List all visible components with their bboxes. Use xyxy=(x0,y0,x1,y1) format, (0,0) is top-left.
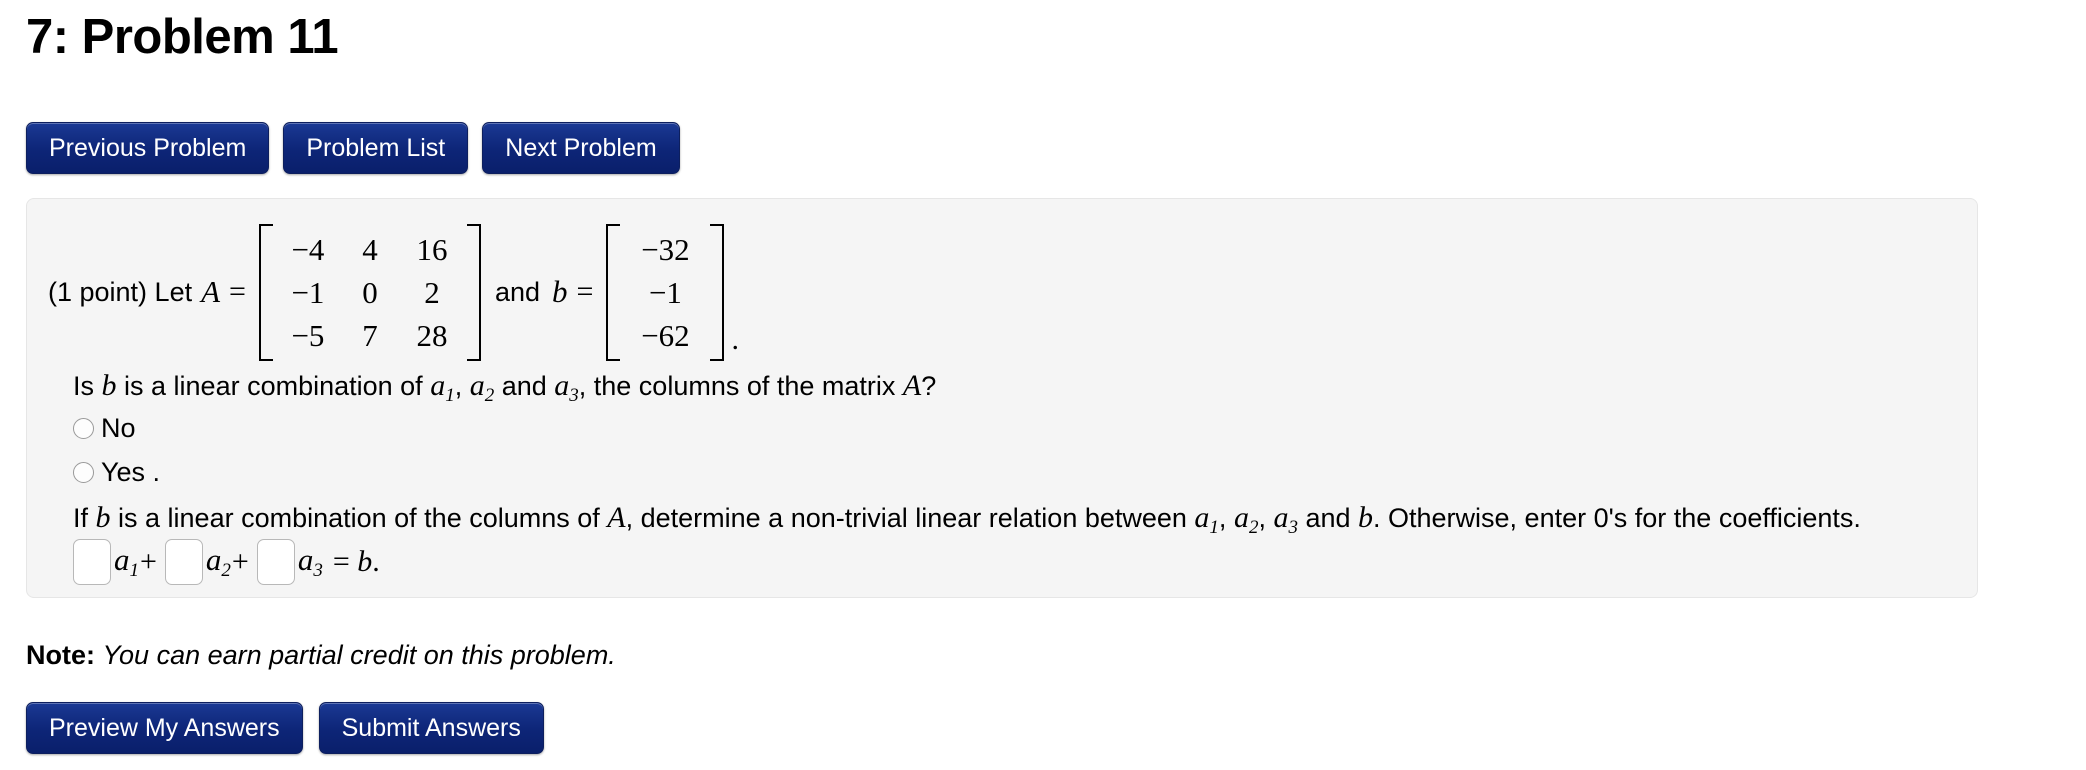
right-bracket-b-icon xyxy=(710,223,725,361)
matrix-a-cell: 4 xyxy=(362,231,378,267)
plus-sign-2: + xyxy=(231,545,249,578)
question-part1: Is xyxy=(73,371,102,401)
instruction-a2: a xyxy=(1233,501,1249,534)
matrix-a-cell: 16 xyxy=(416,231,448,267)
coefficient-3-label: a3 xyxy=(297,542,323,581)
note-label: Note: xyxy=(26,640,95,670)
instruction-part1: If xyxy=(73,503,96,533)
equals-sign-b: = xyxy=(576,275,594,308)
question-a1: a xyxy=(430,369,446,402)
matrix-a-cell: 7 xyxy=(362,317,378,353)
answer-equation-tail: = b. xyxy=(332,545,380,578)
matrix-a: −4 4 16 −1 0 2 −5 7 28 xyxy=(258,223,481,361)
instruction-a1: a xyxy=(1194,501,1210,534)
previous-problem-button[interactable]: Previous Problem xyxy=(26,122,270,174)
question-var-b: b xyxy=(101,369,117,402)
radio-no-icon[interactable] xyxy=(73,418,94,439)
question-part5: ? xyxy=(921,371,937,401)
instruction-a2-sub: 2 xyxy=(1248,517,1259,538)
left-bracket-a-icon xyxy=(258,223,273,361)
instruction-comma2: , xyxy=(1258,503,1274,533)
question-a1-sub: 1 xyxy=(445,385,455,406)
matrix-a-cell: 2 xyxy=(424,274,440,310)
problem-list-button[interactable]: Problem List xyxy=(283,122,469,174)
answer-coefficients-row: a1 + a2 + a3 = b. xyxy=(73,539,380,585)
problem-navigation-bar: Previous Problem Problem List Next Probl… xyxy=(26,122,680,174)
coefficient-2-label: a2 xyxy=(205,542,231,581)
next-problem-button[interactable]: Next Problem xyxy=(482,122,680,174)
question-part4: , the columns of the matrix xyxy=(578,371,903,401)
matrix-a-cell: 28 xyxy=(416,317,448,353)
answer-actions-bar: Preview My Answers Submit Answers xyxy=(26,702,544,754)
and-conjunction: and xyxy=(494,276,541,307)
coefficient-1-label: a1 xyxy=(114,542,139,581)
preview-my-answers-button[interactable]: Preview My Answers xyxy=(26,702,303,754)
question-a3-sub: 3 xyxy=(569,385,579,406)
problem-statement-matrices: (1 point) Let A = −4 4 16 −1 0 2 −5 7 28 xyxy=(48,217,739,367)
question-a2: a xyxy=(469,369,485,402)
question-part3: and xyxy=(494,371,555,401)
vector-b-symbol: b xyxy=(552,274,568,309)
radio-no-label: No xyxy=(101,413,136,443)
instruction-var-b1: b xyxy=(95,501,111,534)
matrix-a-cell: −4 xyxy=(291,231,325,267)
note-text: You can earn partial credit on this prob… xyxy=(102,640,616,670)
radio-option-yes[interactable]: Yes . xyxy=(73,457,160,488)
submit-answers-button[interactable]: Submit Answers xyxy=(318,702,544,754)
question-a3: a xyxy=(554,369,570,402)
coefficient-2-input[interactable] xyxy=(164,539,203,585)
matrix-a-symbol: A xyxy=(201,274,221,309)
instruction-a1-sub: 1 xyxy=(1209,517,1219,538)
note-line: Note: You can earn partial credit on thi… xyxy=(26,640,616,671)
radio-yes-icon[interactable] xyxy=(73,462,94,483)
instruction-a3-sub: 3 xyxy=(1288,517,1298,538)
equals-sign-a: = xyxy=(229,275,246,308)
coefficient-3-input[interactable] xyxy=(256,539,295,585)
matrix-a-cell: 0 xyxy=(362,274,378,310)
question-comma1: , xyxy=(454,371,470,401)
question-line: Is b is a linear combination of a1, a2 a… xyxy=(73,369,936,407)
matrix-a-cell: −1 xyxy=(291,274,325,310)
points-label: (1 point) Let xyxy=(48,276,193,307)
instruction-var-b2: b xyxy=(1358,501,1374,534)
right-bracket-a-icon xyxy=(466,223,481,361)
trailing-period: . xyxy=(731,323,739,356)
vector-b-cell: −62 xyxy=(641,317,690,353)
instruction-part2: is a linear combination of the columns o… xyxy=(110,503,608,533)
vector-b-cell: −1 xyxy=(648,274,682,310)
left-bracket-b-icon xyxy=(606,223,621,361)
plus-sign-1: + xyxy=(140,545,157,578)
instruction-part5: . Otherwise, enter 0's for the coefficie… xyxy=(1373,503,1861,533)
matrix-a-cell: −5 xyxy=(291,317,325,353)
instruction-part3: , determine a non-trivial linear relatio… xyxy=(625,503,1195,533)
instruction-var-A: A xyxy=(607,501,626,534)
radio-yes-label: Yes . xyxy=(101,457,161,487)
vector-b-cell: −32 xyxy=(641,231,690,267)
vector-b: −32 −1 −62 xyxy=(606,223,725,361)
instruction-line: If b is a linear combination of the colu… xyxy=(73,501,1861,539)
problem-panel: (1 point) Let A = −4 4 16 −1 0 2 −5 7 28 xyxy=(26,198,1978,598)
question-a2-sub: 2 xyxy=(484,385,495,406)
coefficient-1-input[interactable] xyxy=(73,539,111,585)
page-title: 7: Problem 11 xyxy=(26,10,339,64)
instruction-a3: a xyxy=(1273,501,1289,534)
question-part2: is a linear combination of xyxy=(116,371,431,401)
problem-page: 7: Problem 11 Previous Problem Problem L… xyxy=(0,0,2086,770)
instruction-part4: and xyxy=(1297,503,1359,533)
instruction-comma1: , xyxy=(1218,503,1234,533)
radio-option-no[interactable]: No xyxy=(73,413,136,444)
question-var-A: A xyxy=(902,369,922,402)
